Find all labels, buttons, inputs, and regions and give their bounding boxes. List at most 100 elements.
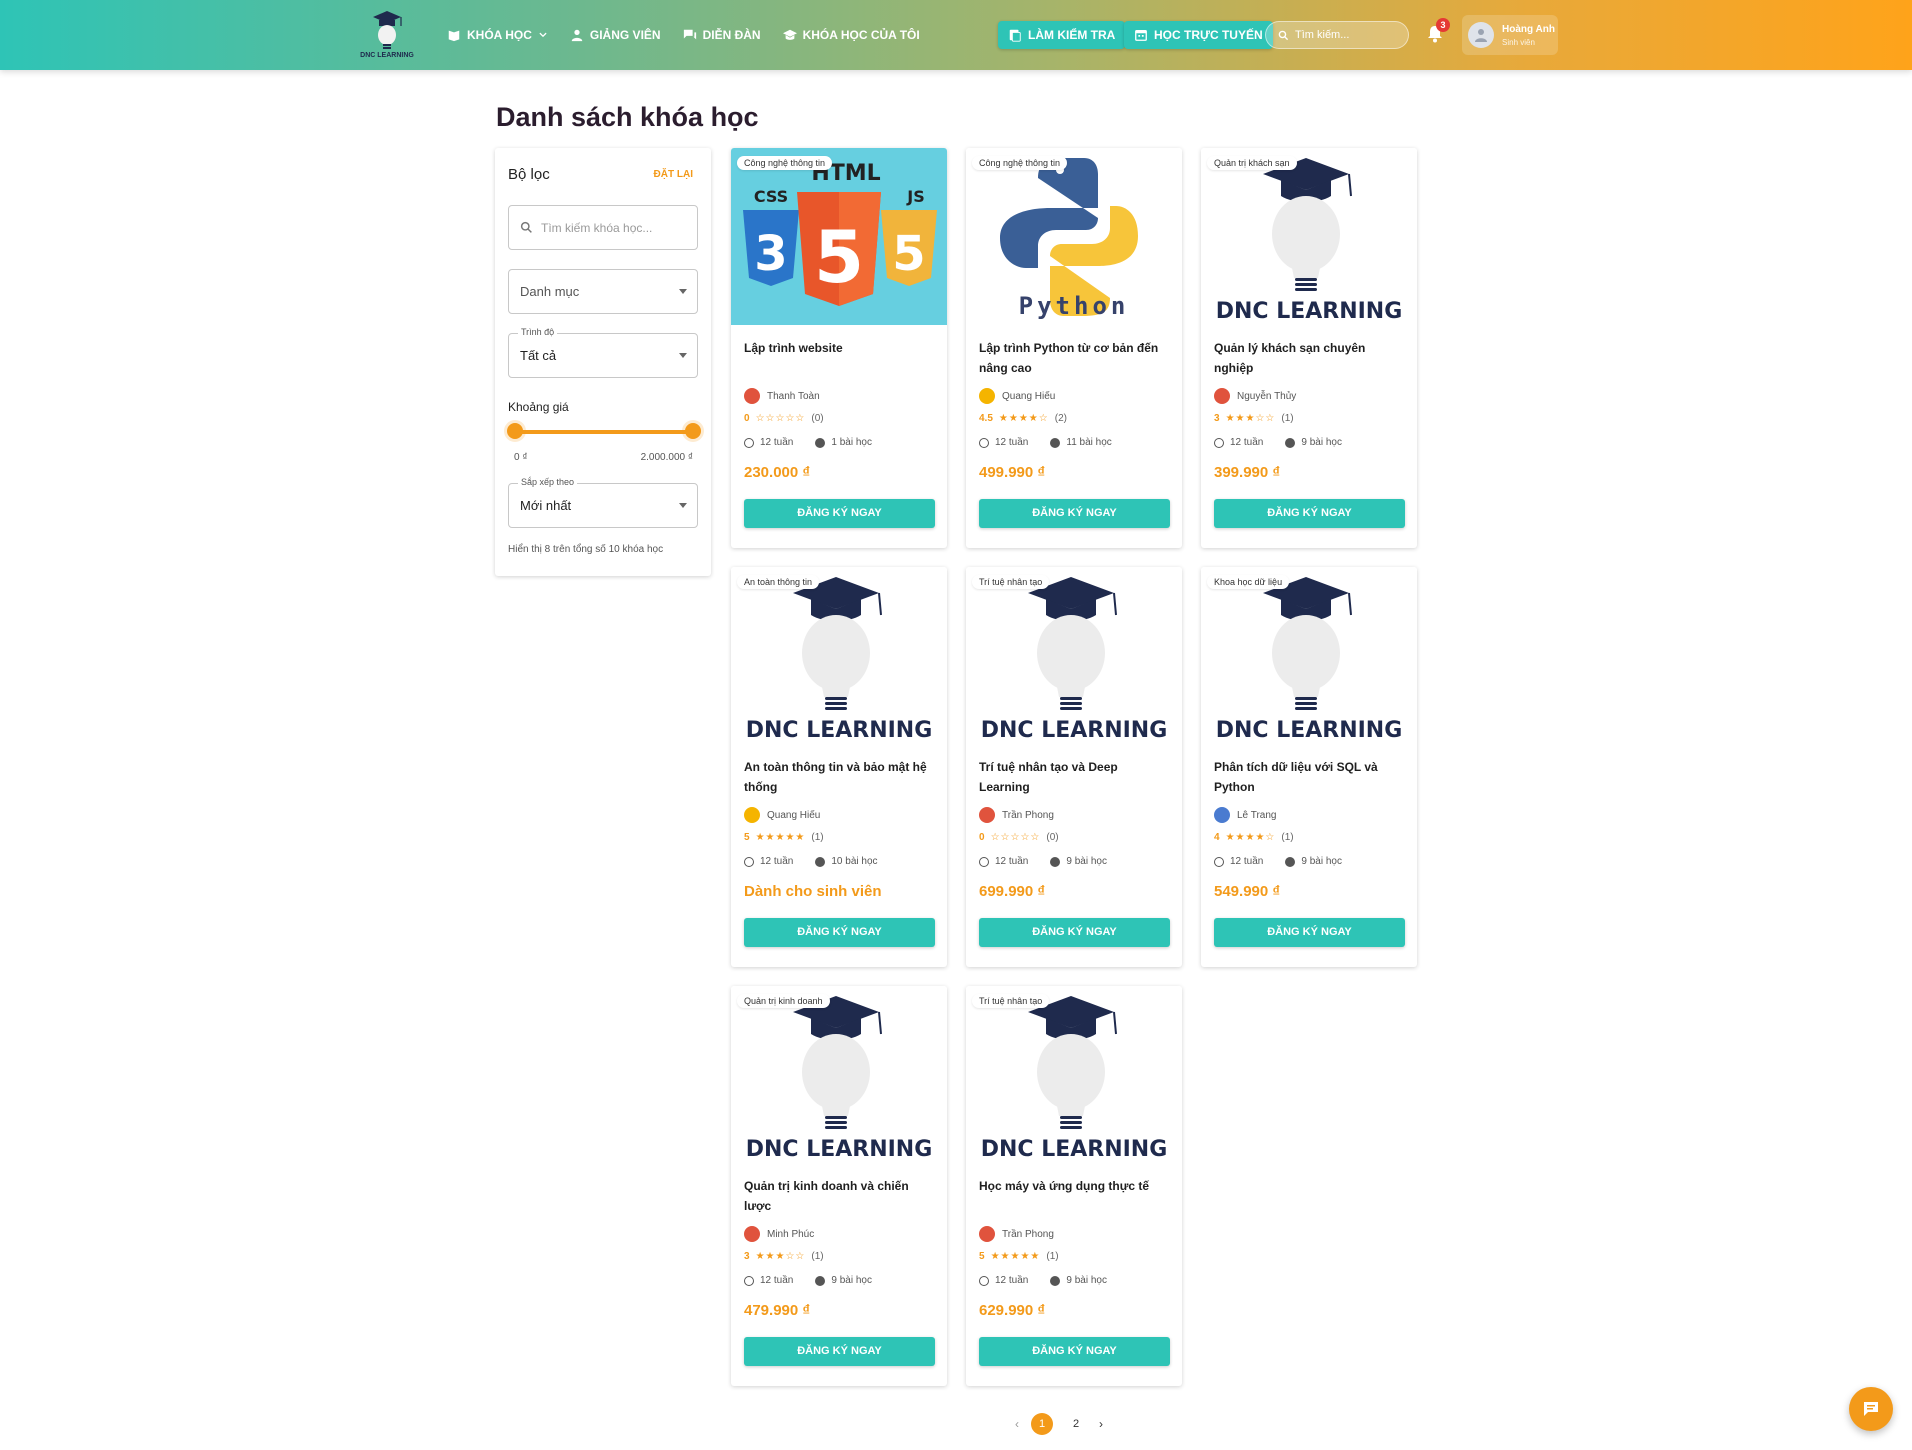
level-select-label: Trình độ: [518, 327, 558, 337]
enroll-button[interactable]: ĐĂNG KÝ NGAY: [979, 1337, 1170, 1366]
course-title[interactable]: An toàn thông tin và bảo mật hệ thống: [744, 757, 934, 797]
enroll-button[interactable]: ĐĂNG KÝ NGAY: [979, 918, 1170, 947]
category-select[interactable]: Danh mục: [508, 269, 698, 314]
course-card[interactable]: DNC LEARNING Quản trị kinh doanh Quản trị …: [731, 986, 947, 1386]
course-card[interactable]: Python Công nghệ thông tin Lập trình Pytho…: [966, 148, 1182, 548]
duration-text: 12 tuần: [995, 437, 1029, 448]
category-tag: Công nghệ thông tin: [972, 156, 1068, 170]
author-name: Trần Phong: [1002, 809, 1054, 821]
author-name: Quang Hiếu: [1002, 390, 1056, 402]
course-card[interactable]: DNC LEARNING Khoa học dữ liệu Phân tích dữ…: [1201, 567, 1417, 967]
author-name: Minh Phúc: [767, 1228, 815, 1240]
course-search-input[interactable]: Tìm kiếm khóa học...: [508, 205, 698, 250]
course-title[interactable]: Lập trình Python từ cơ bản đến nâng cao: [979, 338, 1169, 378]
author-avatar: [979, 388, 995, 404]
duration-text: 12 tuần: [995, 1275, 1029, 1286]
price-min-handle[interactable]: [507, 423, 523, 439]
html-css-js-thumbnail: HTMLCSS JS3 55: [731, 148, 947, 325]
nav-instructors[interactable]: Giảng viên: [570, 24, 661, 46]
chat-button[interactable]: [1849, 1387, 1893, 1431]
online-learning-label: HỌC TRỰC TUYẾN: [1154, 28, 1263, 42]
course-duration: 12 tuần 9 bài học: [979, 1275, 1107, 1286]
course-duration: 12 tuần 9 bài học: [1214, 856, 1342, 867]
price-range-track[interactable]: [514, 430, 692, 434]
calendar-icon: [1135, 29, 1147, 41]
result-count-text: Hiển thị 8 trên tổng số 10 khóa học: [508, 544, 664, 555]
nav-forum[interactable]: Diễn đàn: [683, 24, 761, 46]
clock-icon: [979, 1275, 989, 1286]
online-learning-button[interactable]: HỌC TRỰC TUYẾN: [1124, 21, 1273, 49]
course-title[interactable]: Học máy và ứng dụng thực tế: [979, 1176, 1169, 1196]
clock-icon: [979, 856, 989, 867]
course-duration: 12 tuần 11 bài học: [979, 437, 1112, 448]
header-search-input[interactable]: Tìm kiếm...: [1265, 21, 1409, 49]
pagination-next-button[interactable]: ›: [1099, 1417, 1103, 1431]
enroll-button[interactable]: ĐĂNG KÝ NGAY: [979, 499, 1170, 528]
course-card[interactable]: DNC LEARNING An toàn thông tin An toàn thô…: [731, 567, 947, 967]
category-tag: Trí tuệ nhân tạo: [972, 575, 1050, 589]
course-title[interactable]: Quản lý khách sạn chuyên nghiệp: [1214, 338, 1404, 378]
level-select-value: Tất cả: [520, 348, 557, 363]
avatar: [1468, 22, 1494, 48]
enroll-button[interactable]: ĐĂNG KÝ NGAY: [744, 1337, 935, 1366]
course-thumbnail[interactable]: DNC LEARNING Quản trị kinh doanh: [731, 986, 947, 1163]
course-thumbnail[interactable]: Python Công nghệ thông tin: [966, 148, 1182, 325]
enroll-button[interactable]: ĐĂNG KÝ NGAY: [1214, 499, 1405, 528]
price-range-label: Khoảng giá: [508, 400, 569, 414]
nav-my-courses-label: Khóa học của tôi: [802, 28, 920, 42]
rating-value: 3: [1214, 413, 1220, 424]
duration-text: 12 tuần: [995, 856, 1029, 867]
review-count: (1): [1046, 1251, 1059, 1262]
course-title[interactable]: Trí tuệ nhân tạo và Deep Learning: [979, 757, 1169, 797]
nav-courses[interactable]: Khóa học: [447, 24, 548, 46]
user-menu[interactable]: Hoàng Anh Sinh viên: [1462, 15, 1558, 55]
play-circle-icon: [815, 856, 826, 867]
pagination-page-2[interactable]: 2: [1065, 1413, 1087, 1435]
forum-icon: [683, 29, 696, 40]
search-icon: [520, 221, 532, 233]
filter-reset-button[interactable]: ĐẶT LẠI: [654, 169, 693, 180]
course-title[interactable]: Quản trị kinh doanh và chiến lược: [744, 1176, 934, 1216]
nav-instructors-label: Giảng viên: [589, 28, 661, 42]
nav-courses-label: Khóa học: [467, 28, 532, 42]
course-card[interactable]: DNC LEARNING Trí tuệ nhân tạo Học máy và ứ…: [966, 986, 1182, 1386]
enroll-button[interactable]: ĐĂNG KÝ NGAY: [744, 918, 935, 947]
user-name: Hoàng Anh: [1502, 23, 1555, 35]
pagination-prev-button[interactable]: ‹: [1015, 1417, 1019, 1431]
course-rating: 3 ★★★☆☆ (1): [744, 1251, 824, 1262]
rating-value: 4: [1214, 832, 1220, 843]
star-rating-icon: ★★★☆☆: [755, 1251, 806, 1262]
dnc-learning-thumbnail: DNC LEARNING: [731, 567, 947, 744]
course-card[interactable]: DNC LEARNING Trí tuệ nhân tạo Trí tuệ nhân…: [966, 567, 1182, 967]
course-thumbnail[interactable]: DNC LEARNING Trí tuệ nhân tạo: [966, 567, 1182, 744]
star-rating-icon: ★★★☆☆: [1225, 413, 1276, 424]
course-thumbnail[interactable]: DNC LEARNING Quản trị khách sạn: [1201, 148, 1417, 325]
course-title[interactable]: Lập trình website: [744, 338, 934, 358]
svg-text:CSS: CSS: [754, 187, 788, 206]
course-thumbnail[interactable]: DNC LEARNING Khoa học dữ liệu: [1201, 567, 1417, 744]
enroll-button[interactable]: ĐĂNG KÝ NGAY: [1214, 918, 1405, 947]
user-role: Sinh viên: [1502, 37, 1535, 47]
level-select[interactable]: Trình độ Tất cả: [508, 327, 698, 378]
course-thumbnail[interactable]: DNC LEARNING Trí tuệ nhân tạo: [966, 986, 1182, 1163]
course-thumbnail[interactable]: HTML CSS JS 3 5 5 Công nghệ thông tin: [731, 148, 947, 325]
dnc-learning-thumbnail: DNC LEARNING: [1201, 148, 1417, 325]
lessons-text: 10 bài học: [831, 856, 878, 867]
course-card[interactable]: DNC LEARNING Quản trị khách sạn Quản lý kh…: [1201, 148, 1417, 548]
price-max-handle[interactable]: [685, 423, 701, 439]
site-logo[interactable]: DNC LEARNING: [357, 8, 417, 62]
rating-value: 4.5: [979, 413, 993, 424]
pagination-page-1[interactable]: 1: [1031, 1413, 1053, 1435]
enroll-button[interactable]: ĐĂNG KÝ NGAY: [744, 499, 935, 528]
course-price: 399.990 ₫: [1214, 464, 1281, 481]
star-rating-icon: ★★★★☆: [1225, 832, 1276, 843]
nav-my-courses[interactable]: Khóa học của tôi: [782, 24, 920, 46]
course-thumbnail[interactable]: DNC LEARNING An toàn thông tin: [731, 567, 947, 744]
play-circle-icon: [1285, 437, 1296, 448]
chevron-down-icon: [539, 32, 547, 38]
quiz-button[interactable]: LÀM KIỂM TRA: [998, 21, 1126, 49]
course-title[interactable]: Phân tích dữ liệu với SQL và Python: [1214, 757, 1404, 797]
course-card[interactable]: HTML CSS JS 3 5 5 Công nghệ thông tin Lập trình…: [731, 148, 947, 548]
svg-text:3: 3: [754, 226, 787, 282]
sort-select[interactable]: Sắp xếp theo Mới nhất: [508, 477, 698, 528]
